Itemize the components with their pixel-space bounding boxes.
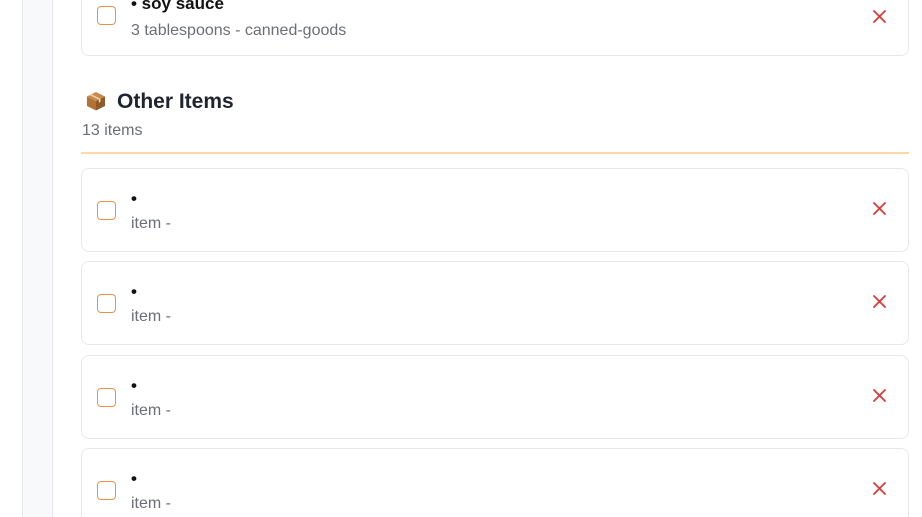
item-checkbox[interactable]: [97, 6, 116, 25]
item-checkbox[interactable]: [97, 388, 116, 407]
delete-item-button[interactable]: [870, 7, 888, 25]
list-item: • item -: [81, 355, 909, 439]
close-icon: [872, 388, 886, 402]
item-name: •: [131, 469, 137, 488]
delete-item-button[interactable]: [870, 479, 888, 497]
item-meta: item -: [131, 215, 171, 232]
list-item: • soy sauce 3 tablespoons - canned-goods: [81, 0, 909, 56]
item-checkbox[interactable]: [97, 481, 116, 500]
close-icon: [872, 294, 886, 308]
item-meta: item -: [131, 495, 171, 512]
item-checkbox[interactable]: [97, 294, 116, 313]
item-name: •: [131, 282, 137, 301]
item-meta: 3 tablespoons - canned-goods: [131, 22, 347, 39]
section-divider: [81, 152, 909, 154]
delete-item-button[interactable]: [870, 292, 888, 310]
item-name: •: [131, 189, 137, 208]
close-icon: [872, 481, 886, 495]
item-name: • soy sauce: [131, 0, 224, 13]
delete-item-button[interactable]: [870, 386, 888, 404]
item-checkbox[interactable]: [97, 201, 116, 220]
list-item: • item -: [81, 168, 909, 252]
delete-item-button[interactable]: [870, 199, 888, 217]
list-item: • item -: [81, 448, 909, 517]
section-title: Other Items: [117, 90, 234, 113]
close-icon: [872, 201, 886, 215]
package-icon: [87, 92, 105, 111]
list-item: • item -: [81, 261, 909, 345]
sidebar-strip: [22, 0, 53, 517]
close-icon: [872, 9, 886, 23]
item-meta: item -: [131, 308, 171, 325]
item-meta: item -: [131, 402, 171, 419]
item-name: •: [131, 376, 137, 395]
section-count: 13 items: [82, 122, 143, 139]
